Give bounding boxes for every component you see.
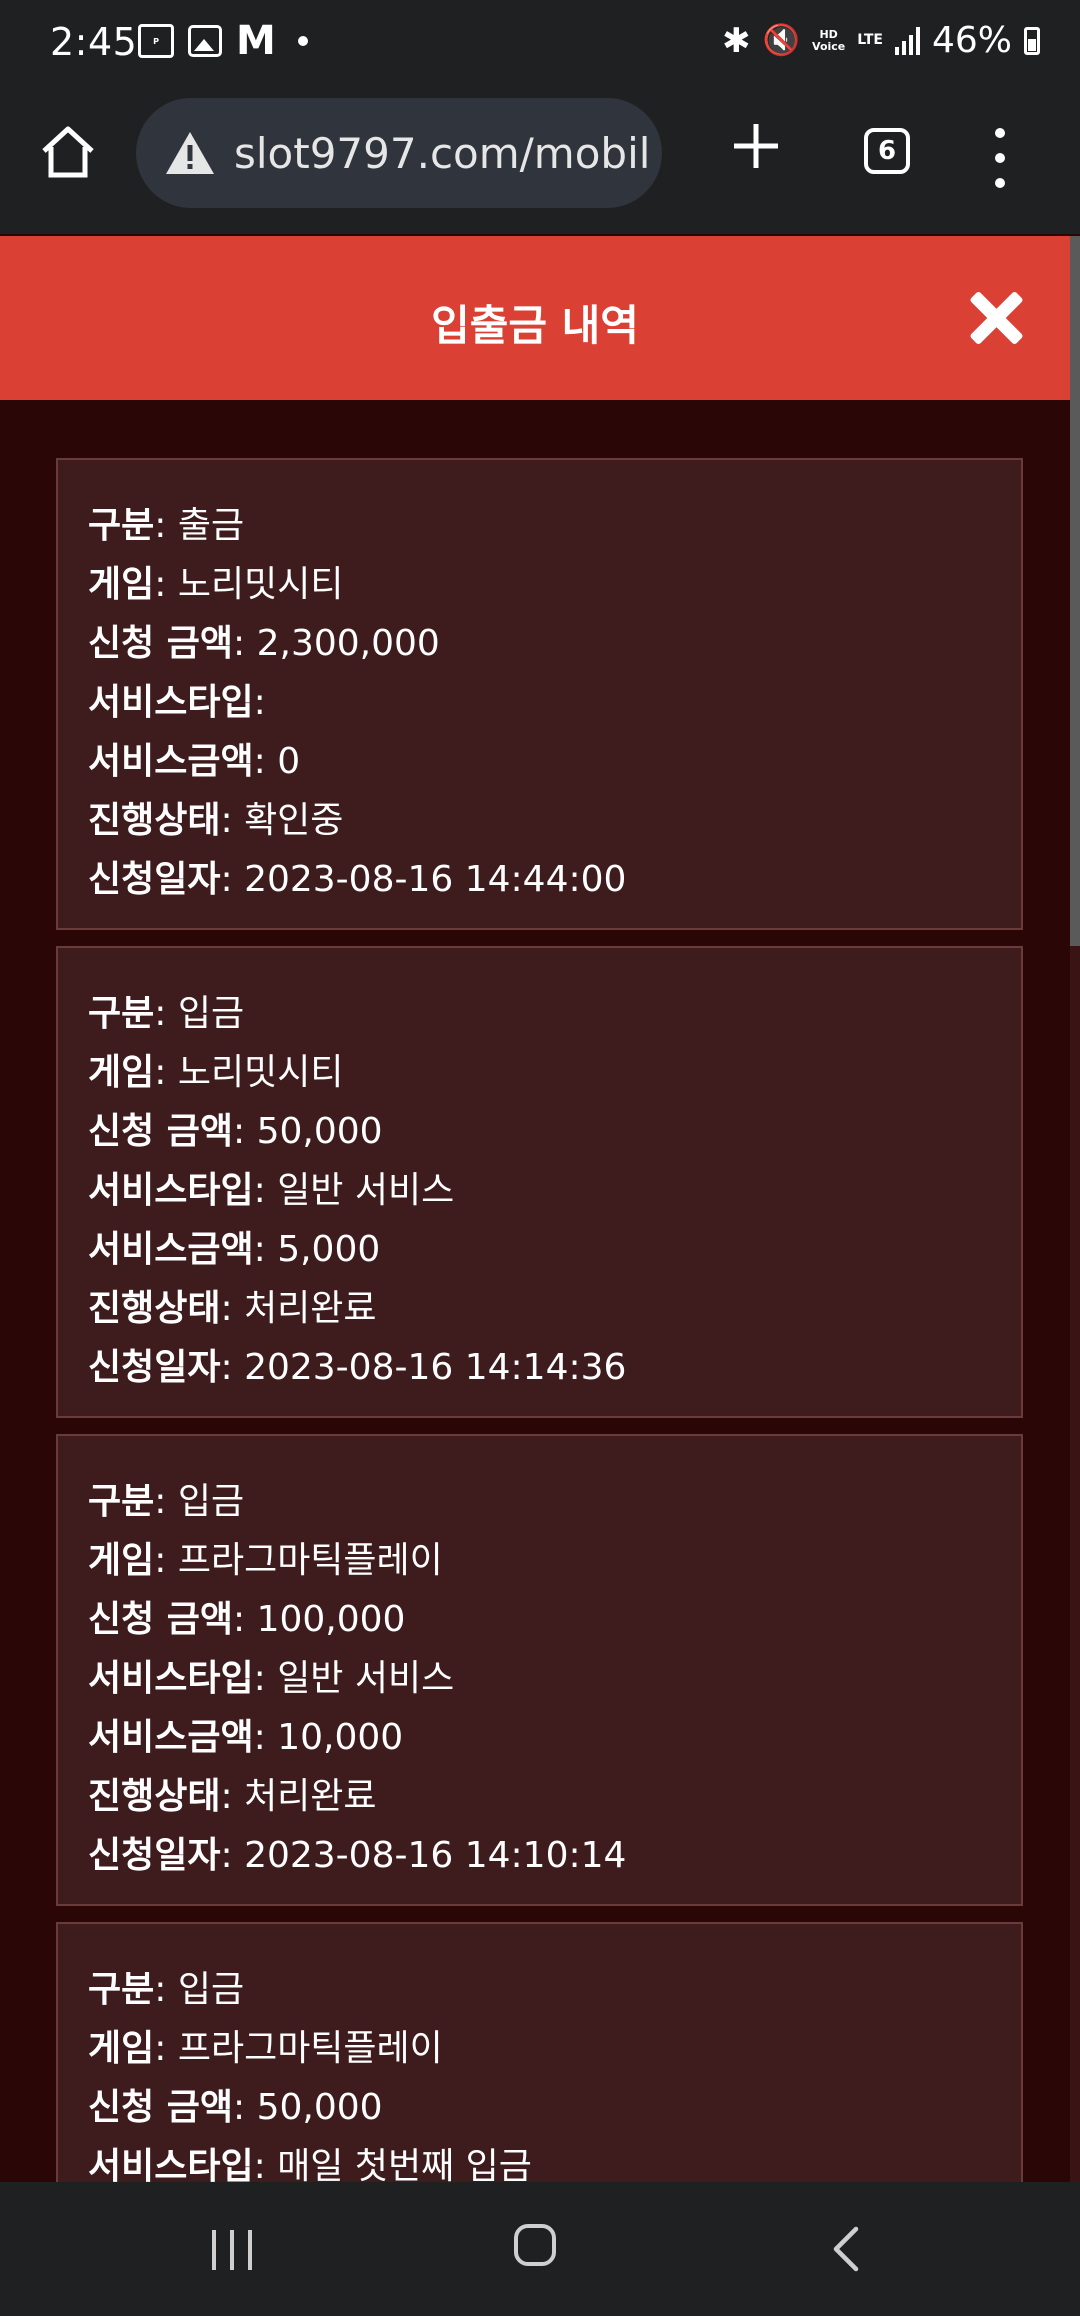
- row-type: 구분: 출금: [88, 505, 245, 546]
- row-service-amount: 서비스금액: 5,000: [88, 1229, 381, 1270]
- hd-voice-icon: HD Voice: [812, 27, 846, 53]
- row-game: 게임: 노리밋시티: [88, 564, 344, 605]
- more-menu-button[interactable]: [990, 128, 1010, 188]
- row-status: 진행상태: 처리완료: [88, 1288, 377, 1329]
- system-icons: ✱ 🔇 HD Voice LTE 46%: [722, 20, 1040, 61]
- row-service-amount: 서비스금액: 10,000: [88, 1717, 404, 1758]
- row-amount: 신청 금액: 50,000: [88, 2087, 383, 2128]
- back-icon: [833, 2226, 859, 2272]
- row-date: 신청일자: 2023-08-16 14:44:00: [88, 859, 627, 900]
- plus-icon: [734, 124, 778, 168]
- recent-apps-button[interactable]: [212, 2230, 252, 2270]
- row-game: 게임: 프라그마틱플레이: [88, 1540, 443, 1581]
- address-bar[interactable]: slot9797.com/mobil: [136, 98, 662, 208]
- url-text: slot9797.com/mobil: [234, 128, 651, 178]
- transaction-card: 구분: 입금 게임: 노리밋시티 신청 금액: 50,000 서비스타입: 일반…: [56, 946, 1023, 1418]
- row-game: 게임: 프라그마틱플레이: [88, 2028, 443, 2069]
- menu-dot-icon: [995, 128, 1005, 138]
- row-status: 진행상태: 확인중: [88, 800, 344, 841]
- battery-percent: 46%: [931, 20, 1012, 61]
- row-service-type: 서비스타입: 일반 서비스: [88, 1170, 455, 1211]
- modal-header: 입출금 내역: [0, 236, 1070, 400]
- close-icon[interactable]: [966, 288, 1026, 348]
- row-type: 구분: 입금: [88, 1969, 245, 2010]
- menu-dot-icon: [995, 153, 1005, 163]
- status-time: 2:45: [50, 20, 138, 64]
- tab-switcher-button[interactable]: 6: [864, 128, 910, 174]
- scrollbar-thumb[interactable]: [1070, 236, 1080, 946]
- home-icon: [42, 126, 94, 178]
- battery-icon: [1024, 26, 1040, 55]
- transaction-card: 구분: 입금 게임: 프라그마틱플레이 신청 금액: 50,000 서비스타입:…: [56, 1922, 1023, 2182]
- row-date: 신청일자: 2023-08-16 14:14:36: [88, 1347, 627, 1388]
- payco-icon: P: [138, 24, 174, 58]
- browser-toolbar: slot9797.com/mobil 6: [0, 92, 1080, 234]
- notification-icons: P M: [138, 18, 308, 64]
- status-bar: 2:45 P M ✱ 🔇 HD Voice LTE 46%: [0, 0, 1080, 92]
- row-service-amount: 서비스금액: 0: [88, 741, 301, 782]
- row-status: 진행상태: 처리완료: [88, 1776, 377, 1817]
- row-type: 구분: 입금: [88, 1481, 245, 1522]
- transaction-card: 구분: 입금 게임: 프라그마틱플레이 신청 금액: 100,000 서비스타입…: [56, 1434, 1023, 1906]
- gmail-icon: M: [236, 18, 276, 64]
- row-game: 게임: 노리밋시티: [88, 1052, 344, 1093]
- warning-icon: [164, 130, 216, 176]
- row-date: 신청일자: 2023-08-16 14:10:14: [88, 1835, 627, 1876]
- row-type: 구분: 입금: [88, 993, 245, 1034]
- menu-dot-icon: [995, 178, 1005, 188]
- row-amount: 신청 금액: 50,000: [88, 1111, 383, 1152]
- row-amount: 신청 금액: 2,300,000: [88, 623, 440, 664]
- more-notifications-dot-icon: [297, 36, 308, 46]
- home-button[interactable]: [36, 120, 100, 184]
- bluetooth-icon: ✱: [722, 20, 751, 61]
- back-button[interactable]: [826, 2226, 866, 2272]
- row-service-type: 서비스타입: 매일 첫번째 입금: [88, 2146, 532, 2182]
- lte-icon: LTE: [857, 32, 883, 48]
- row-service-type: 서비스타입:: [88, 682, 266, 723]
- system-navigation-bar: [0, 2182, 1080, 2316]
- row-amount: 신청 금액: 100,000: [88, 1599, 406, 1640]
- row-service-type: 서비스타입: 일반 서비스: [88, 1658, 455, 1699]
- transaction-card: 구분: 출금 게임: 노리밋시티 신청 금액: 2,300,000 서비스타입:…: [56, 458, 1023, 930]
- new-tab-button[interactable]: [724, 116, 788, 180]
- signal-icon: [894, 26, 920, 55]
- gallery-icon: [188, 25, 222, 57]
- transaction-list: 구분: 출금 게임: 노리밋시티 신청 금액: 2,300,000 서비스타입:…: [0, 400, 1070, 2182]
- mute-icon: 🔇: [762, 23, 801, 58]
- home-nav-button[interactable]: [514, 2224, 556, 2266]
- modal-title: 입출금 내역: [431, 301, 639, 350]
